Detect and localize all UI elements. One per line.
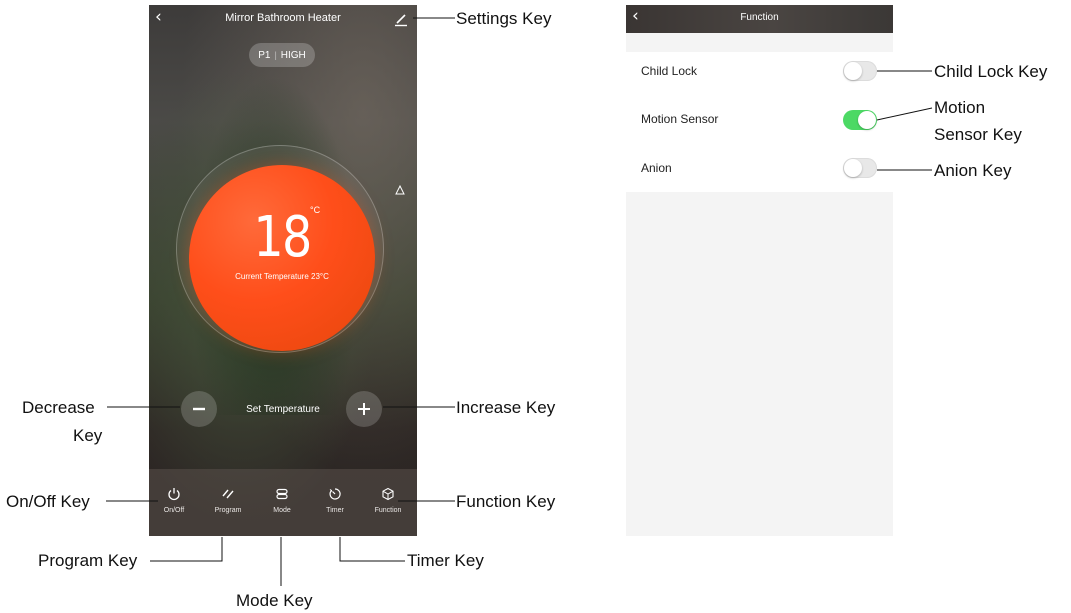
increase-key-callout: Increase Key bbox=[456, 398, 556, 417]
program-key-callout: Program Key bbox=[38, 551, 138, 570]
anion-key-callout: Anion Key bbox=[934, 161, 1012, 180]
callout-lines bbox=[106, 17, 933, 586]
child-lock-key-callout: Child Lock Key bbox=[934, 62, 1048, 81]
timer-key-callout: Timer Key bbox=[407, 551, 484, 570]
onoff-key-callout: On/Off Key bbox=[6, 492, 90, 511]
motion-sensor-key-callout-line1: Motion bbox=[934, 98, 986, 117]
motion-sensor-key-callout-line2: Sensor Key bbox=[934, 125, 1022, 144]
decrease-key-callout-line2: Key bbox=[73, 426, 103, 445]
decrease-key-callout-line1: Decrease bbox=[22, 398, 95, 417]
mode-key-callout: Mode Key bbox=[236, 591, 313, 610]
settings-key-callout: Settings Key bbox=[456, 9, 552, 28]
function-key-callout: Function Key bbox=[456, 492, 556, 511]
